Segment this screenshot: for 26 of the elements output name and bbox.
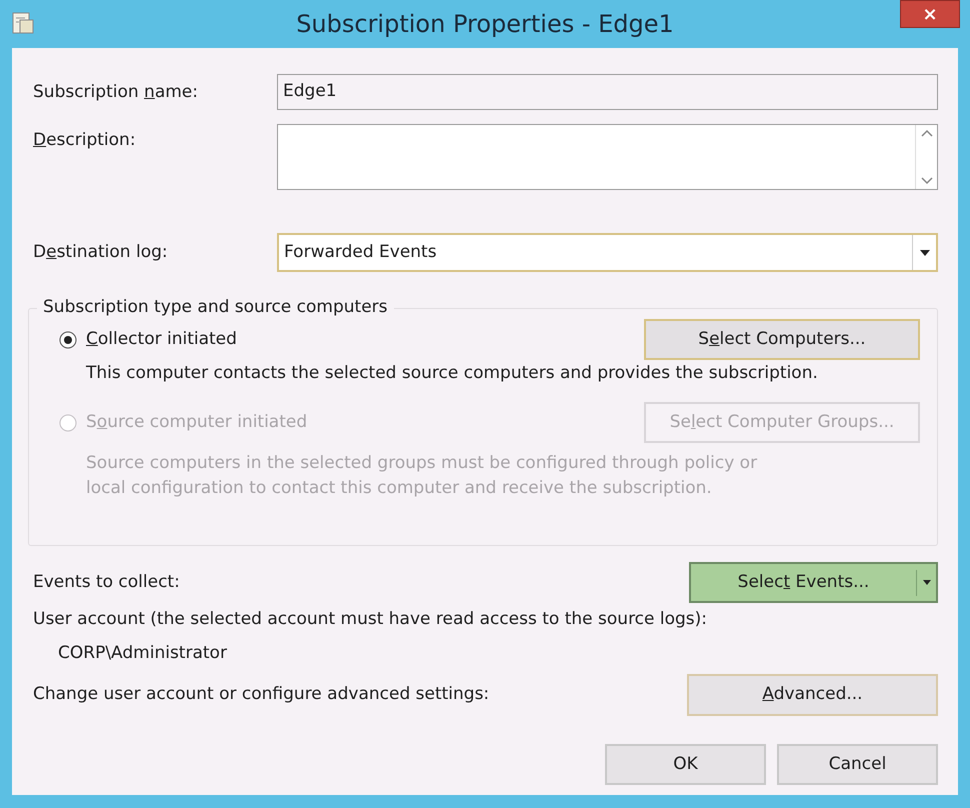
select-computers-button[interactable]: Select Computers...	[644, 319, 920, 360]
name-field[interactable]: Edge1	[277, 74, 938, 110]
advanced-button[interactable]: Advanced...	[687, 674, 938, 716]
select-events-split-button[interactable]: Select Events...	[689, 562, 938, 603]
dialog-button[interactable]: Cancel	[777, 744, 938, 785]
dropdown-arrow-icon[interactable]	[920, 250, 930, 256]
dropdown-arrow-icon[interactable]	[922, 580, 930, 585]
option-description: This computer contacts the selected source computers and provides the subscription.	[86, 362, 819, 385]
radio-label[interactable]: Collector initiated	[86, 326, 237, 352]
scroll-down-icon[interactable]	[920, 177, 932, 185]
user-account-value: CORP\Administrator	[58, 642, 228, 664]
field-label: Subscription name:	[33, 81, 199, 104]
option-description: Source computers in the selected groups must be configured through policy or local configuration to contact this computer and receive the subscription.	[86, 452, 758, 500]
field-label: Description:	[33, 129, 137, 152]
field-label: User account (the selected account must have read access to the source logs):	[33, 608, 708, 631]
close-button[interactable]: ×	[900, 0, 960, 28]
field-label: Events to collect:	[33, 570, 180, 594]
description-field[interactable]	[277, 124, 938, 190]
app-icon[interactable]	[10, 10, 36, 36]
field-label: Change user account or configure advanced settings:	[33, 683, 490, 706]
field-label: Destination log:	[33, 240, 169, 264]
radio-button[interactable]	[59, 330, 77, 348]
destination-log-dropdown[interactable]: Forwarded Events	[277, 233, 938, 272]
dialog-button[interactable]: OK	[605, 744, 766, 785]
window-title: Subscription Properties - Edge1	[296, 9, 674, 40]
scroll-up-icon[interactable]	[920, 129, 932, 137]
